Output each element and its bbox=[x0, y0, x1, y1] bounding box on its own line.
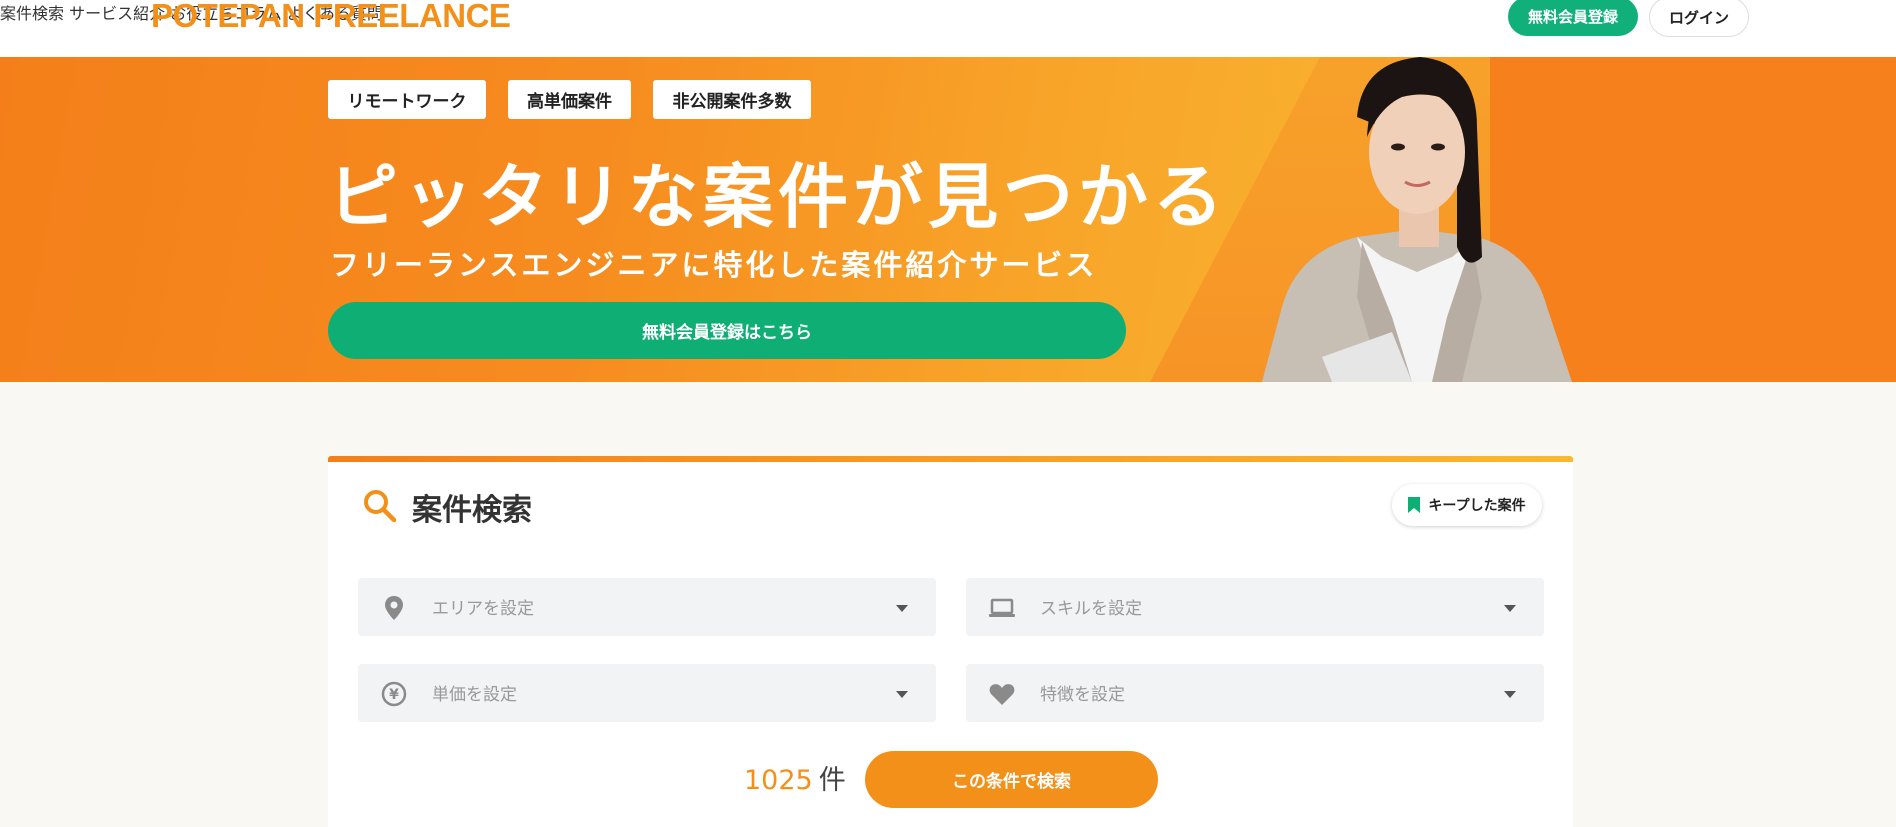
hero-subtitle: フリーランスエンジニアに特化した案件紹介サービス bbox=[330, 248, 1098, 282]
hero-banner: リモートワーク 高単価案件 非公開案件多数 ピッタリな案件が見つかる フリーラン… bbox=[0, 57, 1896, 382]
hero-person-image bbox=[1262, 57, 1572, 382]
result-count-number: 1025 bbox=[744, 765, 813, 796]
search-card-accent-bar bbox=[328, 456, 1573, 462]
search-card: 案件検索 キープした案件 エリアを設定 スキルを設定 ¥ 単価を設定 特徴を設定… bbox=[328, 456, 1573, 827]
kept-jobs-label: キープした案件 bbox=[1428, 498, 1526, 514]
chevron-down-icon bbox=[896, 691, 908, 698]
feature-select-placeholder: 特徴を設定 bbox=[1040, 685, 1125, 705]
hero-register-button[interactable]: 無料会員登録はこちら bbox=[328, 302, 1126, 359]
heart-icon bbox=[989, 684, 1015, 705]
search-icon bbox=[364, 490, 397, 523]
chevron-down-icon bbox=[1504, 605, 1516, 612]
map-pin-icon bbox=[385, 596, 403, 620]
header-register-button[interactable]: 無料会員登録 bbox=[1508, 0, 1638, 36]
hero-title: ピッタリな案件が見つかる bbox=[328, 156, 1228, 238]
search-submit-button[interactable]: この条件で検索 bbox=[865, 751, 1158, 808]
price-select[interactable]: ¥ 単価を設定 bbox=[358, 664, 936, 722]
site-logo[interactable]: POTEPAN FREELANCE bbox=[151, 0, 511, 32]
result-count: 1025 件 bbox=[744, 758, 846, 797]
svg-text:¥: ¥ bbox=[389, 687, 399, 703]
tag-high-price: 高単価案件 bbox=[508, 80, 631, 119]
tag-remote-work: リモートワーク bbox=[328, 80, 486, 119]
skill-select[interactable]: スキルを設定 bbox=[966, 578, 1544, 636]
bookmark-icon bbox=[1408, 497, 1421, 513]
price-select-placeholder: 単価を設定 bbox=[432, 685, 517, 705]
skill-select-placeholder: スキルを設定 bbox=[1040, 599, 1142, 619]
laptop-icon bbox=[989, 598, 1015, 617]
chevron-down-icon bbox=[1504, 691, 1516, 698]
tag-private-jobs: 非公開案件多数 bbox=[653, 80, 811, 119]
search-card-title: 案件検索 bbox=[412, 493, 532, 528]
site-header: POTEPAN FREELANCE 案件検索 サービス紹介 お役立ちコラム よく… bbox=[0, 0, 1896, 57]
result-count-unit: 件 bbox=[818, 765, 846, 796]
area-select[interactable]: エリアを設定 bbox=[358, 578, 936, 636]
area-select-placeholder: エリアを設定 bbox=[432, 599, 534, 619]
kept-jobs-button[interactable]: キープした案件 bbox=[1392, 484, 1542, 526]
chevron-down-icon bbox=[896, 605, 908, 612]
yen-icon: ¥ bbox=[381, 681, 407, 707]
nav-job-search[interactable]: 案件検索 bbox=[0, 4, 64, 23]
feature-select[interactable]: 特徴を設定 bbox=[966, 664, 1544, 722]
header-login-button[interactable]: ログイン bbox=[1649, 0, 1749, 37]
